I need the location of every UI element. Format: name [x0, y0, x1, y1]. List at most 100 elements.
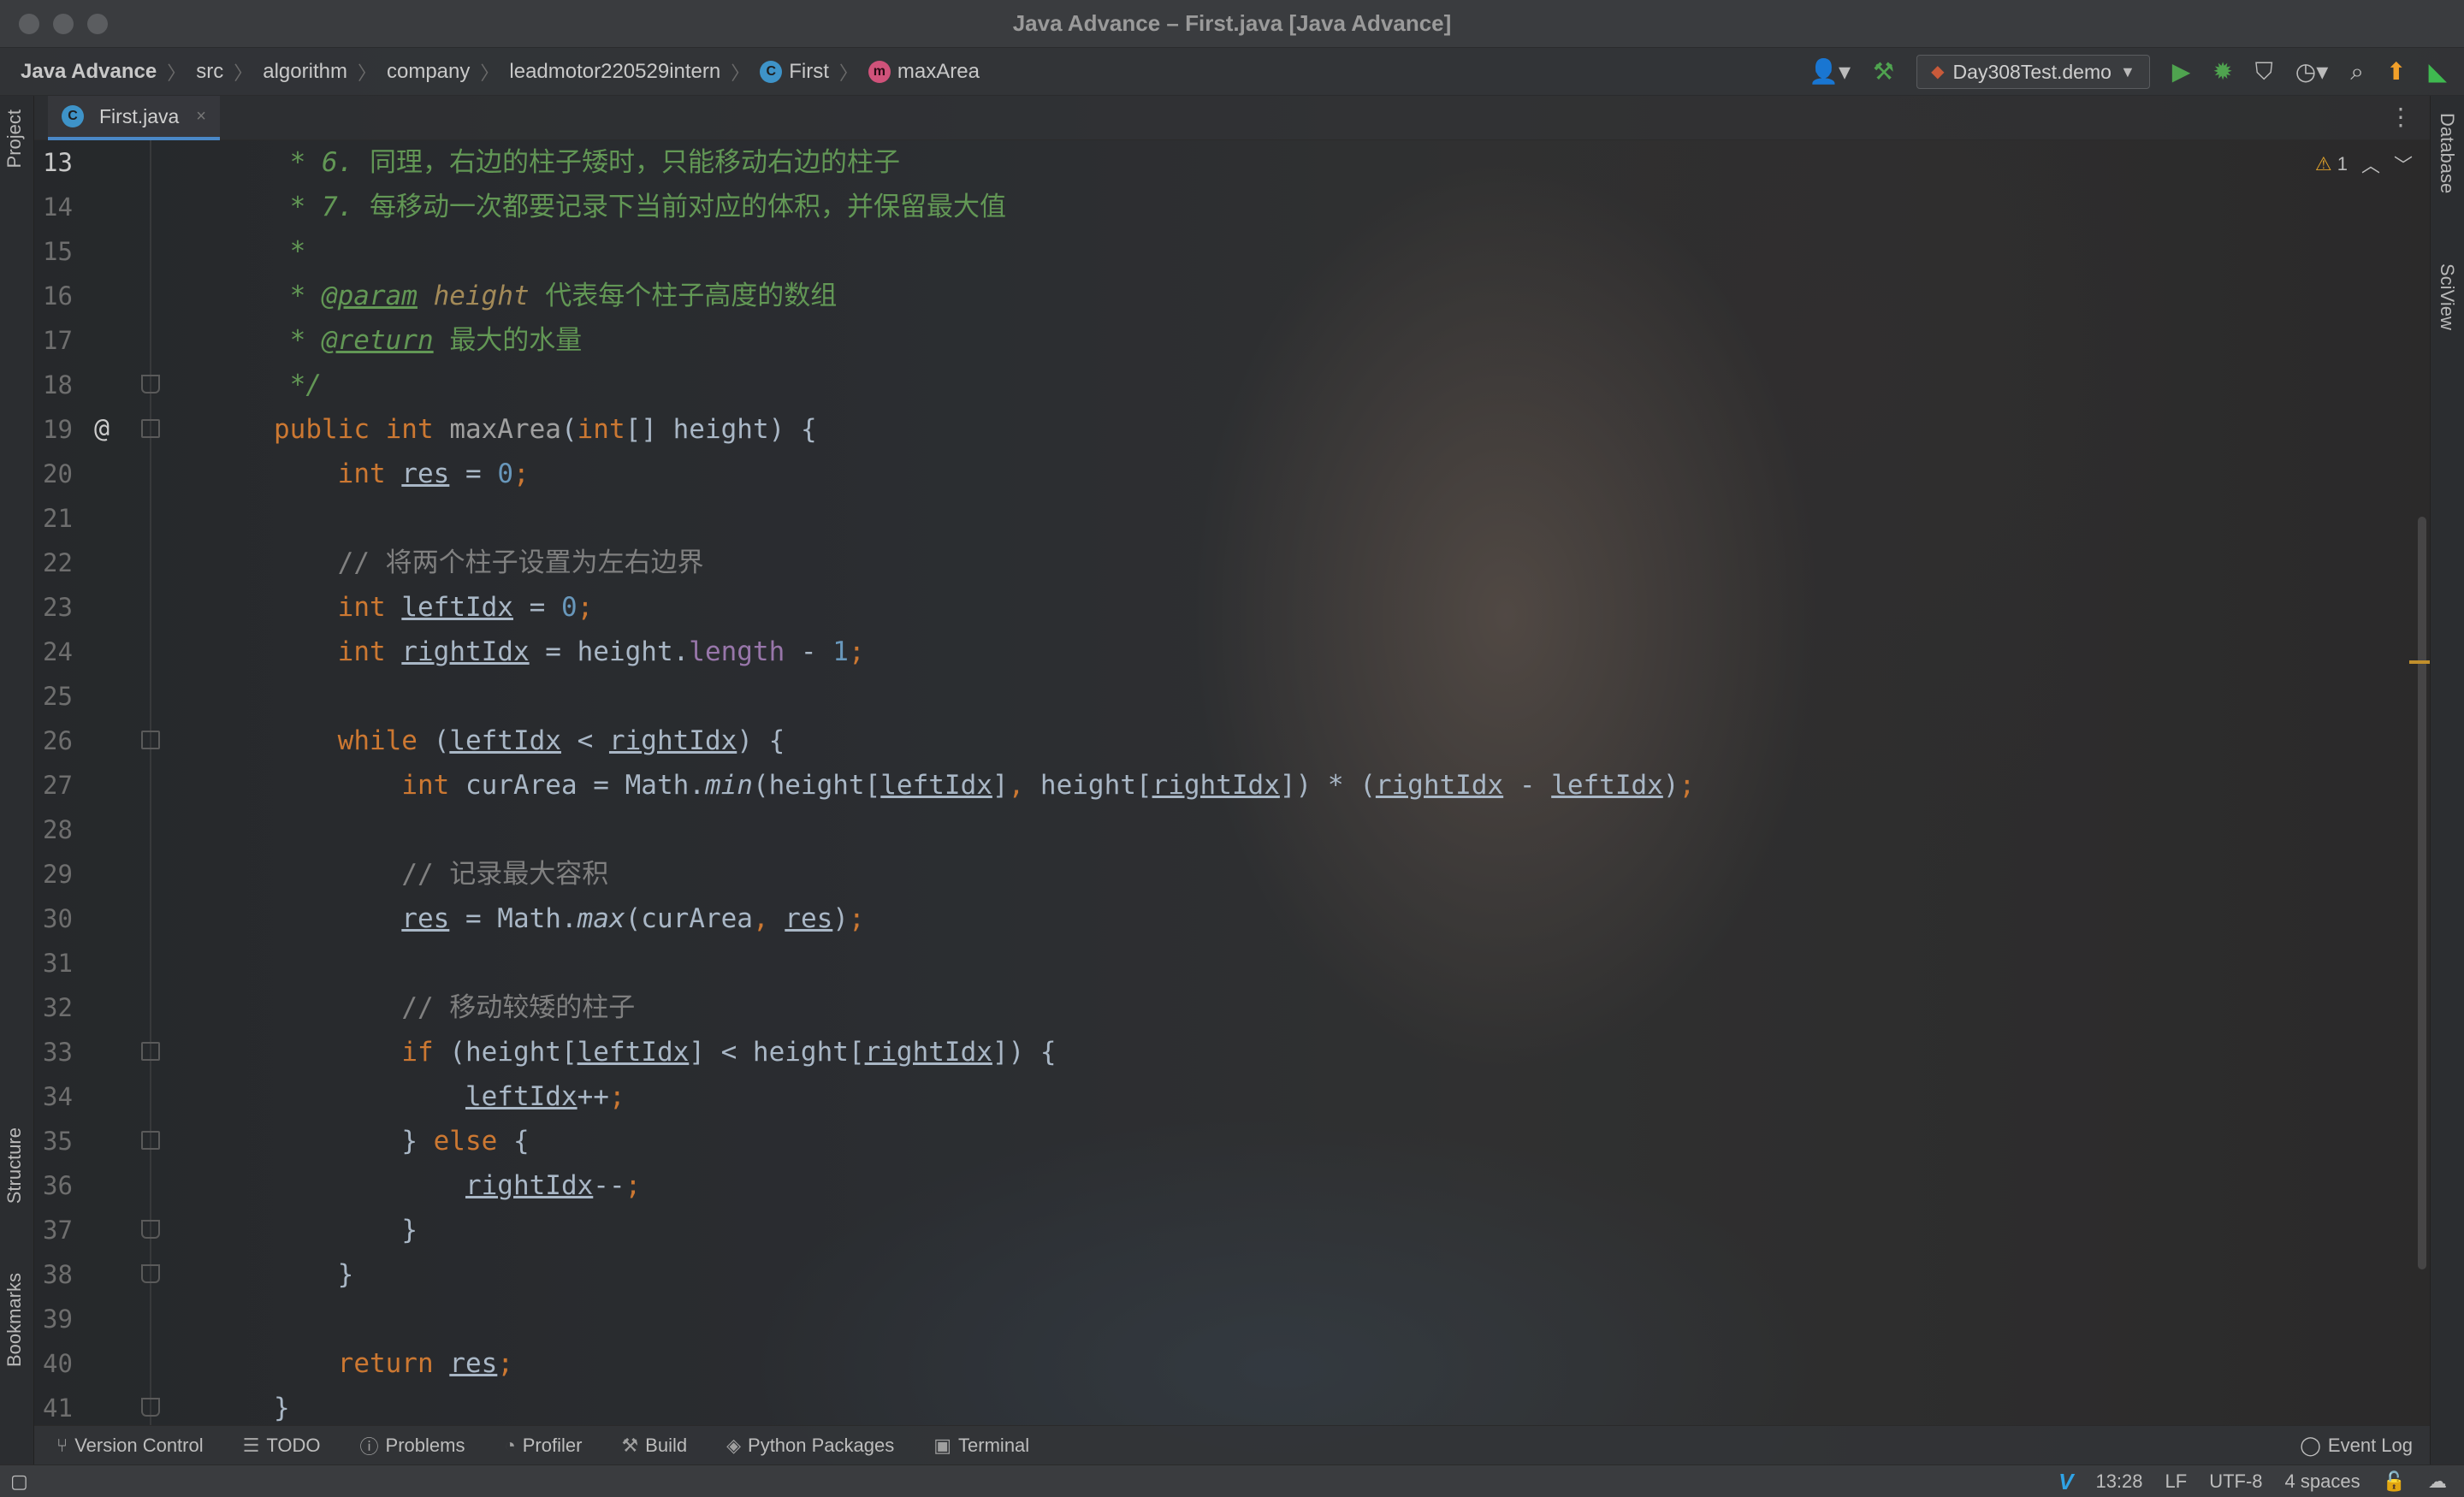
- code-editor[interactable]: 13 * 6. 同理，右边的柱子矮时，只能移动右边的柱子 14 * 7. 每移动一…: [34, 140, 2430, 1425]
- line-number[interactable]: 33: [43, 1030, 111, 1074]
- user-account-icon[interactable]: 👤▾: [1809, 60, 1851, 84]
- panel-toggle-icon[interactable]: ▢: [10, 1470, 28, 1493]
- line-number[interactable]: 36: [43, 1163, 111, 1208]
- code-line[interactable]: 32 // 移动较矮的柱子: [34, 985, 2396, 1030]
- fold-toggle-icon[interactable]: [141, 1042, 160, 1061]
- code-text[interactable]: * @return 最大的水量: [226, 318, 583, 363]
- fold-toggle-icon[interactable]: [141, 1264, 160, 1283]
- code-text[interactable]: int curArea = Math.min(height[leftIdx], …: [226, 763, 1695, 808]
- close-icon[interactable]: ×: [196, 107, 206, 127]
- code-line[interactable]: 16 * @param height 代表每个柱子高度的数组: [34, 274, 2396, 318]
- minimize-window-button[interactable]: [53, 14, 74, 34]
- code-text[interactable]: }: [226, 1386, 290, 1430]
- code-line[interactable]: 22 // 将两个柱子设置为左右边界: [34, 541, 2396, 585]
- code-line[interactable]: 15 *: [34, 229, 2396, 274]
- tool-tab-structure[interactable]: Structure: [3, 1127, 26, 1204]
- code-line[interactable]: 31: [34, 941, 2396, 985]
- code-line[interactable]: 40 return res;: [34, 1341, 2396, 1386]
- vim-plugin-icon[interactable]: V: [2058, 1469, 2073, 1495]
- warning-stripe-marker[interactable]: [2409, 660, 2430, 664]
- line-number[interactable]: 31: [43, 941, 111, 985]
- code-line[interactable]: 26 while (leftIdx < rightIdx) {: [34, 719, 2396, 763]
- code-line[interactable]: 35 } else {: [34, 1119, 2396, 1163]
- line-number[interactable]: 21: [43, 496, 111, 541]
- line-number[interactable]: 41: [43, 1386, 111, 1430]
- line-number[interactable]: 23: [43, 585, 111, 630]
- zoom-window-button[interactable]: [87, 14, 108, 34]
- tool-tab-bookmarks[interactable]: Bookmarks: [3, 1273, 26, 1367]
- run-configuration-select[interactable]: ◆ Day308Test.demo ▼: [1916, 55, 2150, 89]
- line-number[interactable]: 22: [43, 541, 111, 585]
- code-text[interactable]: *: [226, 229, 306, 274]
- file-encoding[interactable]: UTF-8: [2209, 1470, 2262, 1493]
- next-highlight-icon[interactable]: ﹀: [2394, 151, 2413, 178]
- code-text[interactable]: }: [226, 1252, 354, 1297]
- indent-setting[interactable]: 4 spaces: [2285, 1470, 2360, 1493]
- debug-bug-icon[interactable]: ✹: [2212, 60, 2232, 84]
- line-number[interactable]: 20: [43, 452, 111, 496]
- fold-toggle-icon[interactable]: [141, 419, 160, 438]
- tool-terminal[interactable]: ▣ Terminal: [933, 1435, 1029, 1457]
- tool-build[interactable]: ⚒ Build: [621, 1435, 687, 1457]
- fold-toggle-icon[interactable]: [141, 1131, 160, 1150]
- line-number[interactable]: 37: [43, 1208, 111, 1252]
- line-number[interactable]: 24: [43, 630, 111, 674]
- code-line[interactable]: 37 }: [34, 1208, 2396, 1252]
- code-text[interactable]: int leftIdx = 0;: [226, 585, 594, 630]
- code-line[interactable]: 33 if (height[leftIdx] < height[rightIdx…: [34, 1030, 2396, 1074]
- code-text[interactable]: // 记录最大容积: [226, 852, 608, 896]
- breadcrumb-project[interactable]: Java Advance: [21, 60, 157, 84]
- breadcrumb-class[interactable]: C First: [760, 60, 829, 84]
- build-hammer-icon[interactable]: ⚒: [1873, 60, 1894, 84]
- code-text[interactable]: int rightIdx = height.length - 1;: [226, 630, 865, 674]
- code-line[interactable]: 19 @ public int maxArea(int[] height) {: [34, 407, 2396, 452]
- line-number[interactable]: 26: [43, 719, 111, 763]
- update-arrow-icon[interactable]: ⬆: [2386, 60, 2406, 84]
- inspection-warnings[interactable]: ⚠ 1: [2315, 153, 2348, 175]
- tool-python-packages[interactable]: ◈ Python Packages: [726, 1435, 894, 1457]
- code-line[interactable]: 41 }: [34, 1386, 2396, 1430]
- code-text[interactable]: while (leftIdx < rightIdx) {: [226, 719, 785, 763]
- code-text[interactable]: }: [226, 1208, 418, 1252]
- code-text[interactable]: } else {: [226, 1119, 529, 1163]
- line-number[interactable]: 40: [43, 1341, 111, 1386]
- coverage-shield-icon[interactable]: ⛉: [2255, 60, 2273, 84]
- code-line[interactable]: 18 */: [34, 363, 2396, 407]
- line-number[interactable]: 32: [43, 985, 111, 1030]
- run-icon[interactable]: ▶: [2172, 60, 2191, 84]
- inspection-widget[interactable]: ⚠ 1 ︿ ﹀: [2315, 151, 2413, 178]
- line-number[interactable]: 30: [43, 896, 111, 941]
- code-text[interactable]: return res;: [226, 1341, 513, 1386]
- tool-todo[interactable]: ☰ TODO: [243, 1435, 321, 1457]
- lock-icon[interactable]: 🔓: [2383, 1470, 2406, 1493]
- code-line[interactable]: 39: [34, 1297, 2396, 1341]
- close-window-button[interactable]: [19, 14, 39, 34]
- code-text[interactable]: int res = 0;: [226, 452, 530, 496]
- memory-indicator-icon[interactable]: ☁: [2428, 1470, 2447, 1493]
- profile-clock-icon[interactable]: ◷▾: [2295, 60, 2329, 84]
- code-line[interactable]: 27 int curArea = Math.min(height[leftIdx…: [34, 763, 2396, 808]
- tool-tab-sciview[interactable]: SciView: [2436, 263, 2458, 330]
- code-text[interactable]: // 将两个柱子设置为左右边界: [226, 541, 704, 585]
- code-text[interactable]: rightIdx--;: [226, 1163, 641, 1208]
- caret-position[interactable]: 13:28: [2095, 1470, 2142, 1493]
- line-number[interactable]: 14: [43, 185, 111, 229]
- code-text[interactable]: * @param height 代表每个柱子高度的数组: [226, 274, 838, 318]
- fold-toggle-icon[interactable]: [141, 731, 160, 749]
- tool-profiler[interactable]: ◔ Profiler: [504, 1435, 582, 1457]
- line-number[interactable]: 38: [43, 1252, 111, 1297]
- line-number[interactable]: 34: [43, 1074, 111, 1119]
- more-vertical-icon[interactable]: ⋮: [2389, 103, 2413, 131]
- code-text[interactable]: */: [226, 363, 322, 407]
- line-number[interactable]: 15: [43, 229, 111, 274]
- code-text[interactable]: leftIdx++;: [226, 1074, 625, 1119]
- breadcrumb-method[interactable]: m maxArea: [868, 60, 980, 84]
- line-number[interactable]: 35: [43, 1119, 111, 1163]
- jetbrains-logo-icon[interactable]: ◣: [2428, 60, 2447, 84]
- tab-first-java[interactable]: C First.java ×: [48, 96, 220, 140]
- line-number[interactable]: 29: [43, 852, 111, 896]
- code-text[interactable]: res = Math.max(curArea, res);: [226, 896, 864, 941]
- line-number[interactable]: 28: [43, 808, 111, 852]
- code-line[interactable]: 38 }: [34, 1252, 2396, 1297]
- breadcrumb-algorithm[interactable]: algorithm: [263, 60, 347, 84]
